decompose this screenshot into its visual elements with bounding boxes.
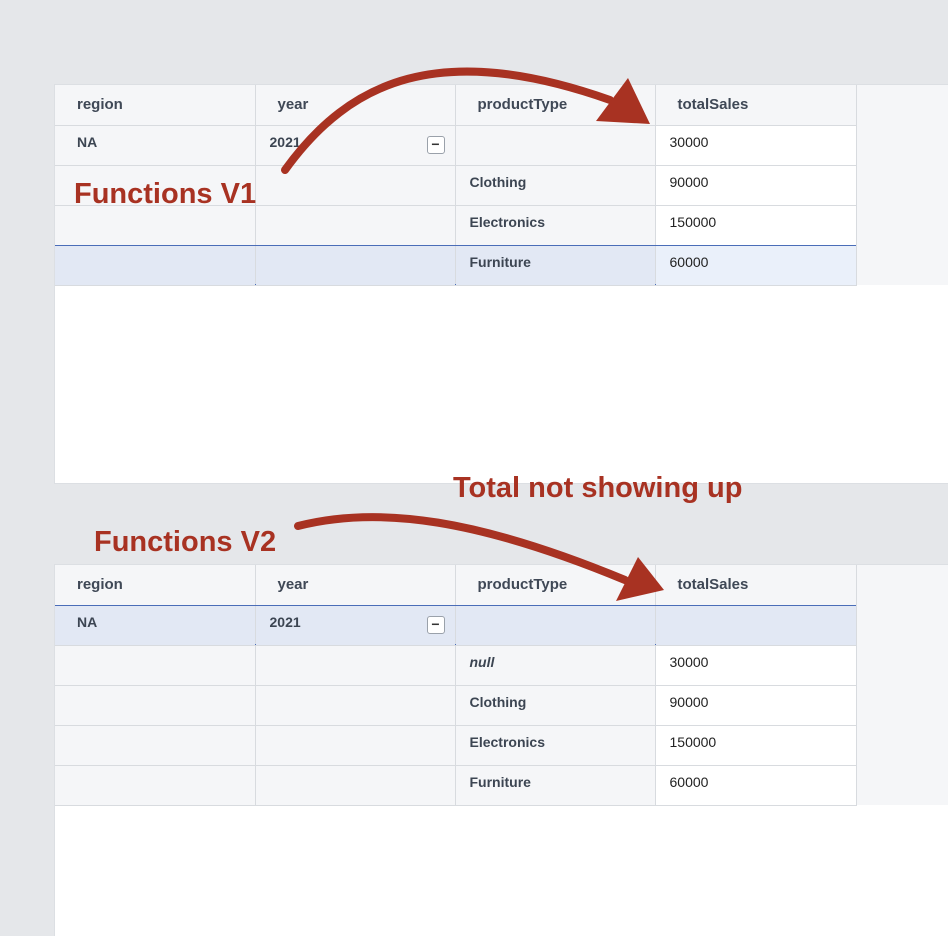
cell-region[interactable]: NA	[55, 605, 256, 646]
table-row[interactable]: Furniture 60000	[55, 765, 857, 806]
collapse-button[interactable]: −	[426, 615, 445, 634]
table-row-selected[interactable]: NA 2021 −	[55, 605, 857, 646]
column-header-region[interactable]: region	[55, 85, 256, 126]
cell-region[interactable]	[55, 765, 256, 806]
cell-producttype[interactable]: Electronics	[455, 725, 656, 766]
cell-totalsales[interactable]	[655, 605, 857, 646]
cell-year[interactable]	[255, 685, 456, 726]
column-header-totalsales[interactable]: totalSales	[655, 565, 857, 606]
cell-totalsales[interactable]: 150000	[655, 725, 857, 766]
column-header-year[interactable]: year	[255, 565, 456, 606]
annotation-functions-v2: Functions V2	[94, 526, 277, 558]
cell-totalsales[interactable]: 30000	[655, 125, 857, 166]
annotation-functions-v1: Functions V1	[74, 178, 257, 210]
cell-producttype[interactable]	[455, 605, 656, 646]
cell-totalsales[interactable]: 90000	[655, 685, 857, 726]
cell-producttype[interactable]: Clothing	[455, 165, 656, 206]
cell-year[interactable]	[255, 765, 456, 806]
cell-producttype[interactable]	[455, 125, 656, 166]
header-row: region year productType totalSales	[55, 85, 857, 126]
cell-totalsales[interactable]: 150000	[655, 205, 857, 246]
cell-producttype[interactable]: Furniture	[455, 245, 656, 286]
column-header-year[interactable]: year	[255, 85, 456, 126]
cell-producttype[interactable]: Furniture	[455, 765, 656, 806]
cell-region[interactable]	[55, 685, 256, 726]
pivot-table-v2: region year productType totalSales NA 20…	[55, 565, 857, 806]
cell-year[interactable]	[255, 645, 456, 686]
column-header-region[interactable]: region	[55, 565, 256, 606]
table-row[interactable]: NA 2021 − 30000	[55, 125, 857, 166]
cell-region[interactable]	[55, 645, 256, 686]
cell-region[interactable]	[55, 205, 256, 246]
grid-panel-v1: region year productType totalSales NA 20…	[54, 84, 948, 484]
cell-year-value: 2021	[269, 613, 301, 630]
cell-producttype[interactable]: Clothing	[455, 685, 656, 726]
cell-totalsales[interactable]: 90000	[655, 165, 857, 206]
grid-side-area	[855, 565, 948, 805]
table-row[interactable]: Electronics 150000	[55, 725, 857, 766]
table-row-selected[interactable]: Furniture 60000	[55, 245, 857, 286]
cell-year[interactable]	[255, 165, 456, 206]
cell-year[interactable]	[255, 245, 456, 286]
cell-year[interactable]: 2021 −	[255, 605, 456, 646]
grid-side-area	[855, 85, 948, 285]
column-header-producttype[interactable]: productType	[455, 85, 656, 126]
cell-producttype[interactable]: Electronics	[455, 205, 656, 246]
cell-year[interactable]	[255, 725, 456, 766]
cell-region[interactable]: NA	[55, 125, 256, 166]
header-row: region year productType totalSales	[55, 565, 857, 606]
annotation-total-missing: Total not showing up	[453, 472, 743, 504]
cell-totalsales[interactable]: 60000	[655, 245, 857, 286]
cell-year[interactable]	[255, 205, 456, 246]
cell-region[interactable]	[55, 725, 256, 766]
table-row[interactable]: Electronics 150000	[55, 205, 857, 246]
cell-producttype[interactable]: null	[455, 645, 656, 686]
cell-totalsales[interactable]: 60000	[655, 765, 857, 806]
collapse-button[interactable]: −	[426, 135, 445, 154]
table-row[interactable]: null 30000	[55, 645, 857, 686]
cell-year[interactable]: 2021 −	[255, 125, 456, 166]
grid-panel-v2: region year productType totalSales NA 20…	[54, 564, 948, 936]
cell-year-value: 2021	[269, 133, 301, 150]
cell-totalsales[interactable]: 30000	[655, 645, 857, 686]
column-header-producttype[interactable]: productType	[455, 565, 656, 606]
column-header-totalsales[interactable]: totalSales	[655, 85, 857, 126]
cell-region[interactable]	[55, 245, 256, 286]
table-row[interactable]: Clothing 90000	[55, 685, 857, 726]
